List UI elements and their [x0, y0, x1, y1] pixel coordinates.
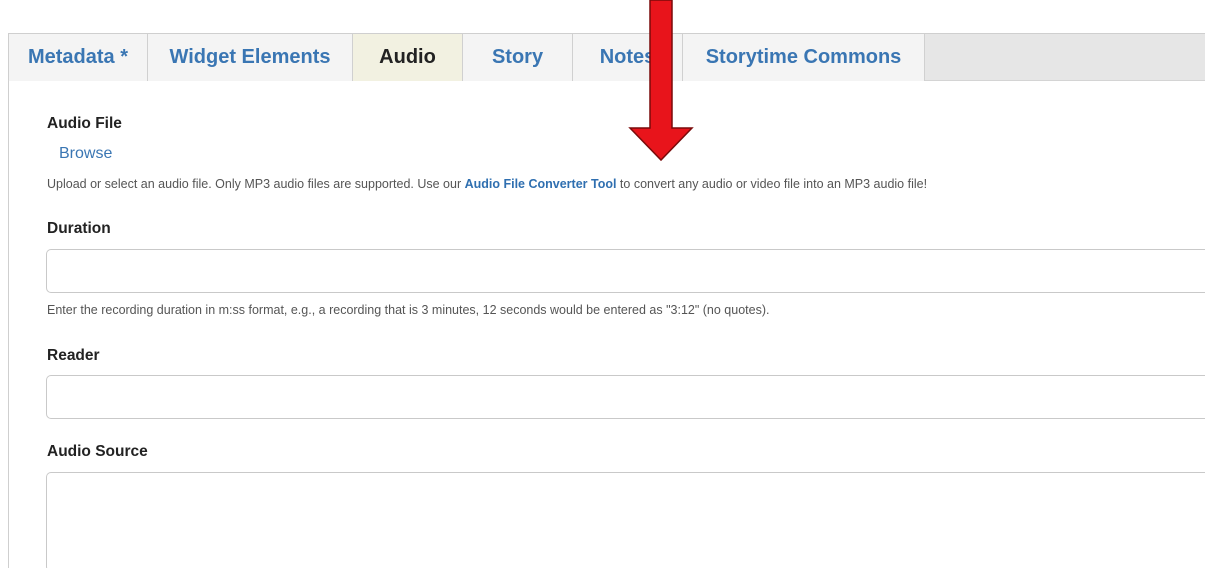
audio-file-label: Audio File	[47, 115, 122, 132]
audio-source-label: Audio Source	[47, 443, 148, 460]
audio-source-textarea[interactable]	[46, 472, 1205, 568]
duration-label: Duration	[47, 220, 111, 237]
duration-input[interactable]	[46, 249, 1205, 293]
audio-file-converter-link[interactable]: Audio File Converter Tool	[465, 177, 617, 191]
tab-story[interactable]: Story	[463, 34, 573, 81]
duration-help: Enter the recording duration in m:ss for…	[47, 303, 770, 317]
page: Metadata * Widget Elements Audio Story N…	[0, 0, 1205, 568]
audio-file-help-text-after: to convert any audio or video file into …	[616, 177, 928, 191]
tab-storytime-commons[interactable]: Storytime Commons	[683, 34, 925, 81]
tab-widget-elements[interactable]: Widget Elements	[148, 34, 353, 81]
reader-label: Reader	[47, 347, 100, 364]
tab-bar: Metadata * Widget Elements Audio Story N…	[8, 33, 1205, 81]
tab-audio[interactable]: Audio	[353, 34, 463, 81]
reader-input[interactable]	[46, 375, 1205, 419]
red-down-arrow-icon	[628, 0, 694, 162]
audio-file-help-text-before: Upload or select an audio file. Only MP3…	[47, 177, 465, 191]
audio-panel: Audio File Browse Upload or select an au…	[8, 81, 1205, 568]
audio-file-help: Upload or select an audio file. Only MP3…	[47, 177, 927, 191]
browse-link[interactable]: Browse	[59, 145, 112, 163]
tab-metadata[interactable]: Metadata *	[9, 34, 148, 81]
